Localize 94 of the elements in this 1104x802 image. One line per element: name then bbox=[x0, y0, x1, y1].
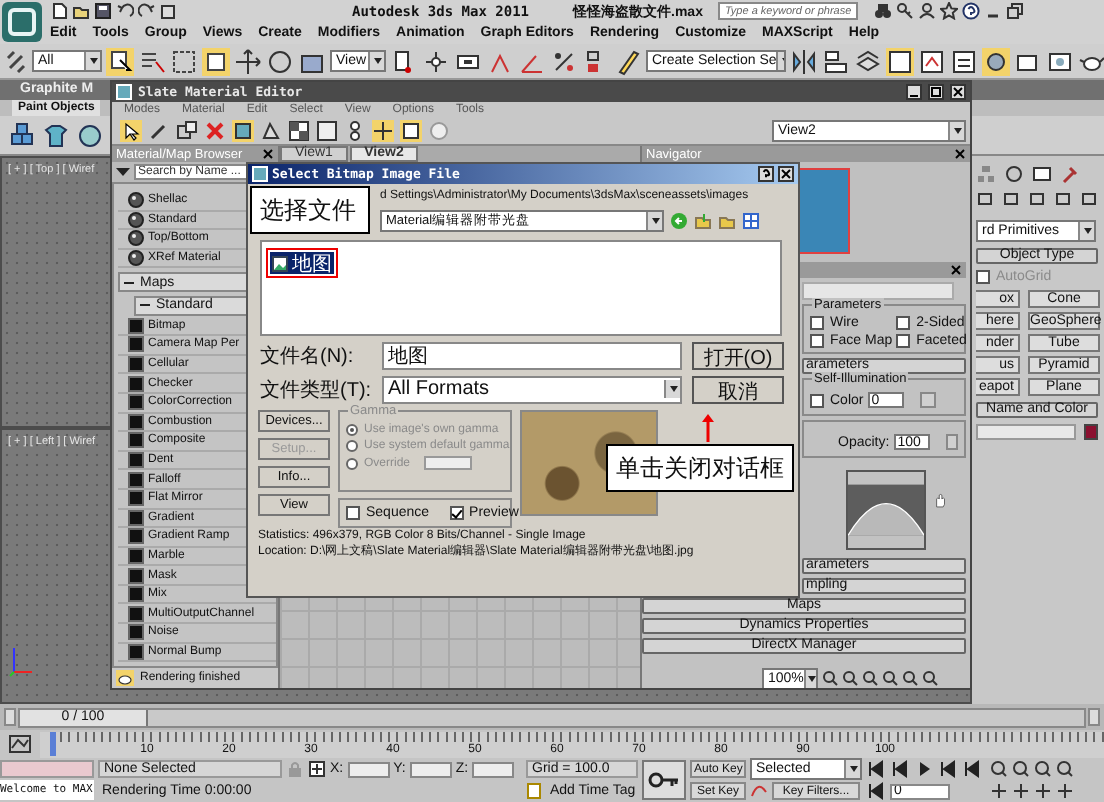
checkbox[interactable] bbox=[346, 506, 360, 520]
close-icon[interactable] bbox=[950, 264, 962, 276]
help-icon[interactable] bbox=[758, 166, 774, 182]
previous-frame-button[interactable] bbox=[4, 708, 16, 726]
schematic-view-icon[interactable] bbox=[918, 47, 946, 75]
arrow bbox=[702, 414, 714, 442]
new-folder-icon[interactable] bbox=[718, 212, 736, 230]
maxscript-listener-field[interactable] bbox=[0, 759, 94, 778]
go-to-start-icon[interactable] bbox=[866, 760, 886, 778]
show-end-result-icon[interactable] bbox=[400, 120, 422, 142]
manipulate-icon[interactable] bbox=[422, 47, 450, 75]
restore-icon[interactable] bbox=[1006, 2, 1025, 20]
checkbox[interactable] bbox=[810, 393, 824, 407]
callout: 单击关闭对话框 bbox=[606, 444, 794, 492]
redo-icon[interactable] bbox=[138, 2, 156, 20]
link-icon[interactable] bbox=[4, 47, 28, 75]
window-crossing-icon[interactable] bbox=[202, 47, 230, 75]
checkbox[interactable] bbox=[896, 316, 911, 330]
star-icon[interactable] bbox=[940, 2, 959, 20]
select-by-name-icon[interactable] bbox=[138, 47, 166, 75]
close-icon[interactable] bbox=[950, 84, 966, 100]
coordinate-field[interactable] bbox=[347, 761, 390, 777]
assign-material-icon[interactable] bbox=[176, 120, 198, 142]
image-file-icon bbox=[272, 255, 288, 271]
close-icon[interactable] bbox=[262, 148, 274, 160]
rectangular-region-icon[interactable] bbox=[170, 47, 198, 75]
hand-cursor-icon bbox=[934, 490, 946, 512]
new-file-icon[interactable] bbox=[50, 2, 68, 20]
undo-icon[interactable] bbox=[116, 2, 134, 20]
people-icon[interactable] bbox=[918, 2, 937, 20]
time-tag-icon[interactable] bbox=[526, 781, 542, 800]
checkbox[interactable] bbox=[810, 316, 824, 330]
render-icon[interactable] bbox=[1046, 47, 1074, 75]
percent-snap-icon[interactable] bbox=[550, 47, 578, 75]
align-icon[interactable] bbox=[822, 47, 850, 75]
zoom-icon[interactable] bbox=[990, 760, 1008, 778]
utilities-icon[interactable] bbox=[1060, 164, 1080, 184]
window-icon bbox=[252, 166, 268, 182]
save-icon[interactable] bbox=[94, 2, 112, 20]
checkbox[interactable] bbox=[810, 334, 824, 348]
up-folder-icon[interactable] bbox=[694, 212, 712, 230]
binoculars-icon[interactable] bbox=[874, 2, 893, 20]
absolute-mode-icon[interactable] bbox=[308, 760, 326, 778]
object-color-swatch[interactable] bbox=[1084, 424, 1098, 440]
file-item[interactable]: 地图 bbox=[270, 252, 334, 274]
axis-tripod-icon bbox=[8, 642, 36, 678]
view-menu-icon[interactable] bbox=[742, 212, 764, 230]
mirror-icon[interactable] bbox=[790, 47, 818, 75]
teapot-icon[interactable] bbox=[116, 670, 134, 686]
open-button[interactable]: 打开(O) bbox=[692, 341, 784, 369]
highlight-curve-graph bbox=[846, 470, 927, 550]
close-icon[interactable] bbox=[954, 148, 966, 160]
sphere-brush-icon[interactable] bbox=[76, 121, 104, 149]
layers-icon[interactable] bbox=[854, 47, 882, 75]
coordinate-field[interactable] bbox=[472, 761, 515, 777]
eyedropper-icon[interactable] bbox=[148, 120, 170, 142]
open-folder-icon[interactable] bbox=[72, 2, 90, 20]
rotate-icon[interactable] bbox=[266, 47, 294, 75]
sphere-swatch-icon bbox=[128, 250, 144, 267]
minimize-icon[interactable] bbox=[906, 84, 922, 100]
app-logo-icon[interactable] bbox=[0, 0, 44, 44]
dropdown-arrow-icon[interactable] bbox=[116, 166, 130, 178]
callout: 选择文件 bbox=[250, 186, 370, 234]
coordinate-field[interactable] bbox=[409, 761, 452, 777]
material-name-field[interactable] bbox=[802, 282, 954, 300]
material-editor-icon[interactable] bbox=[950, 47, 978, 75]
file-type-dropdown[interactable]: All Formats bbox=[382, 375, 682, 403]
key-curve-icon[interactable] bbox=[750, 782, 768, 801]
cancel-button[interactable]: 取消 bbox=[692, 375, 784, 403]
checkbox[interactable] bbox=[449, 506, 464, 520]
select-tool-icon[interactable] bbox=[120, 120, 142, 142]
set-key-icon[interactable] bbox=[642, 760, 686, 800]
window-icon bbox=[116, 84, 132, 100]
move-children-icon[interactable] bbox=[232, 120, 254, 142]
zoom-icon[interactable] bbox=[842, 670, 858, 686]
next-frame-button[interactable] bbox=[1088, 708, 1100, 726]
key-icon[interactable] bbox=[896, 2, 915, 20]
close-icon[interactable] bbox=[778, 166, 794, 182]
file-name-field[interactable]: 地图 bbox=[382, 341, 682, 369]
shirt-icon[interactable] bbox=[42, 121, 70, 149]
render-setup-icon[interactable] bbox=[982, 47, 1010, 75]
cubes-icon[interactable] bbox=[8, 121, 36, 149]
show-map-icon[interactable] bbox=[372, 120, 394, 142]
checkbox[interactable] bbox=[976, 270, 990, 284]
layout-children-icon[interactable] bbox=[344, 120, 366, 142]
checkbox[interactable] bbox=[896, 334, 911, 348]
object-name-field[interactable] bbox=[976, 424, 1076, 440]
select-object-icon[interactable] bbox=[106, 47, 134, 75]
mini-curve-editor-icon[interactable] bbox=[8, 734, 32, 754]
help-icon[interactable] bbox=[962, 2, 981, 20]
frame-marker bbox=[50, 731, 56, 755]
move-icon[interactable] bbox=[234, 47, 262, 75]
maximize-icon[interactable] bbox=[928, 84, 944, 100]
back-icon[interactable] bbox=[670, 212, 688, 230]
